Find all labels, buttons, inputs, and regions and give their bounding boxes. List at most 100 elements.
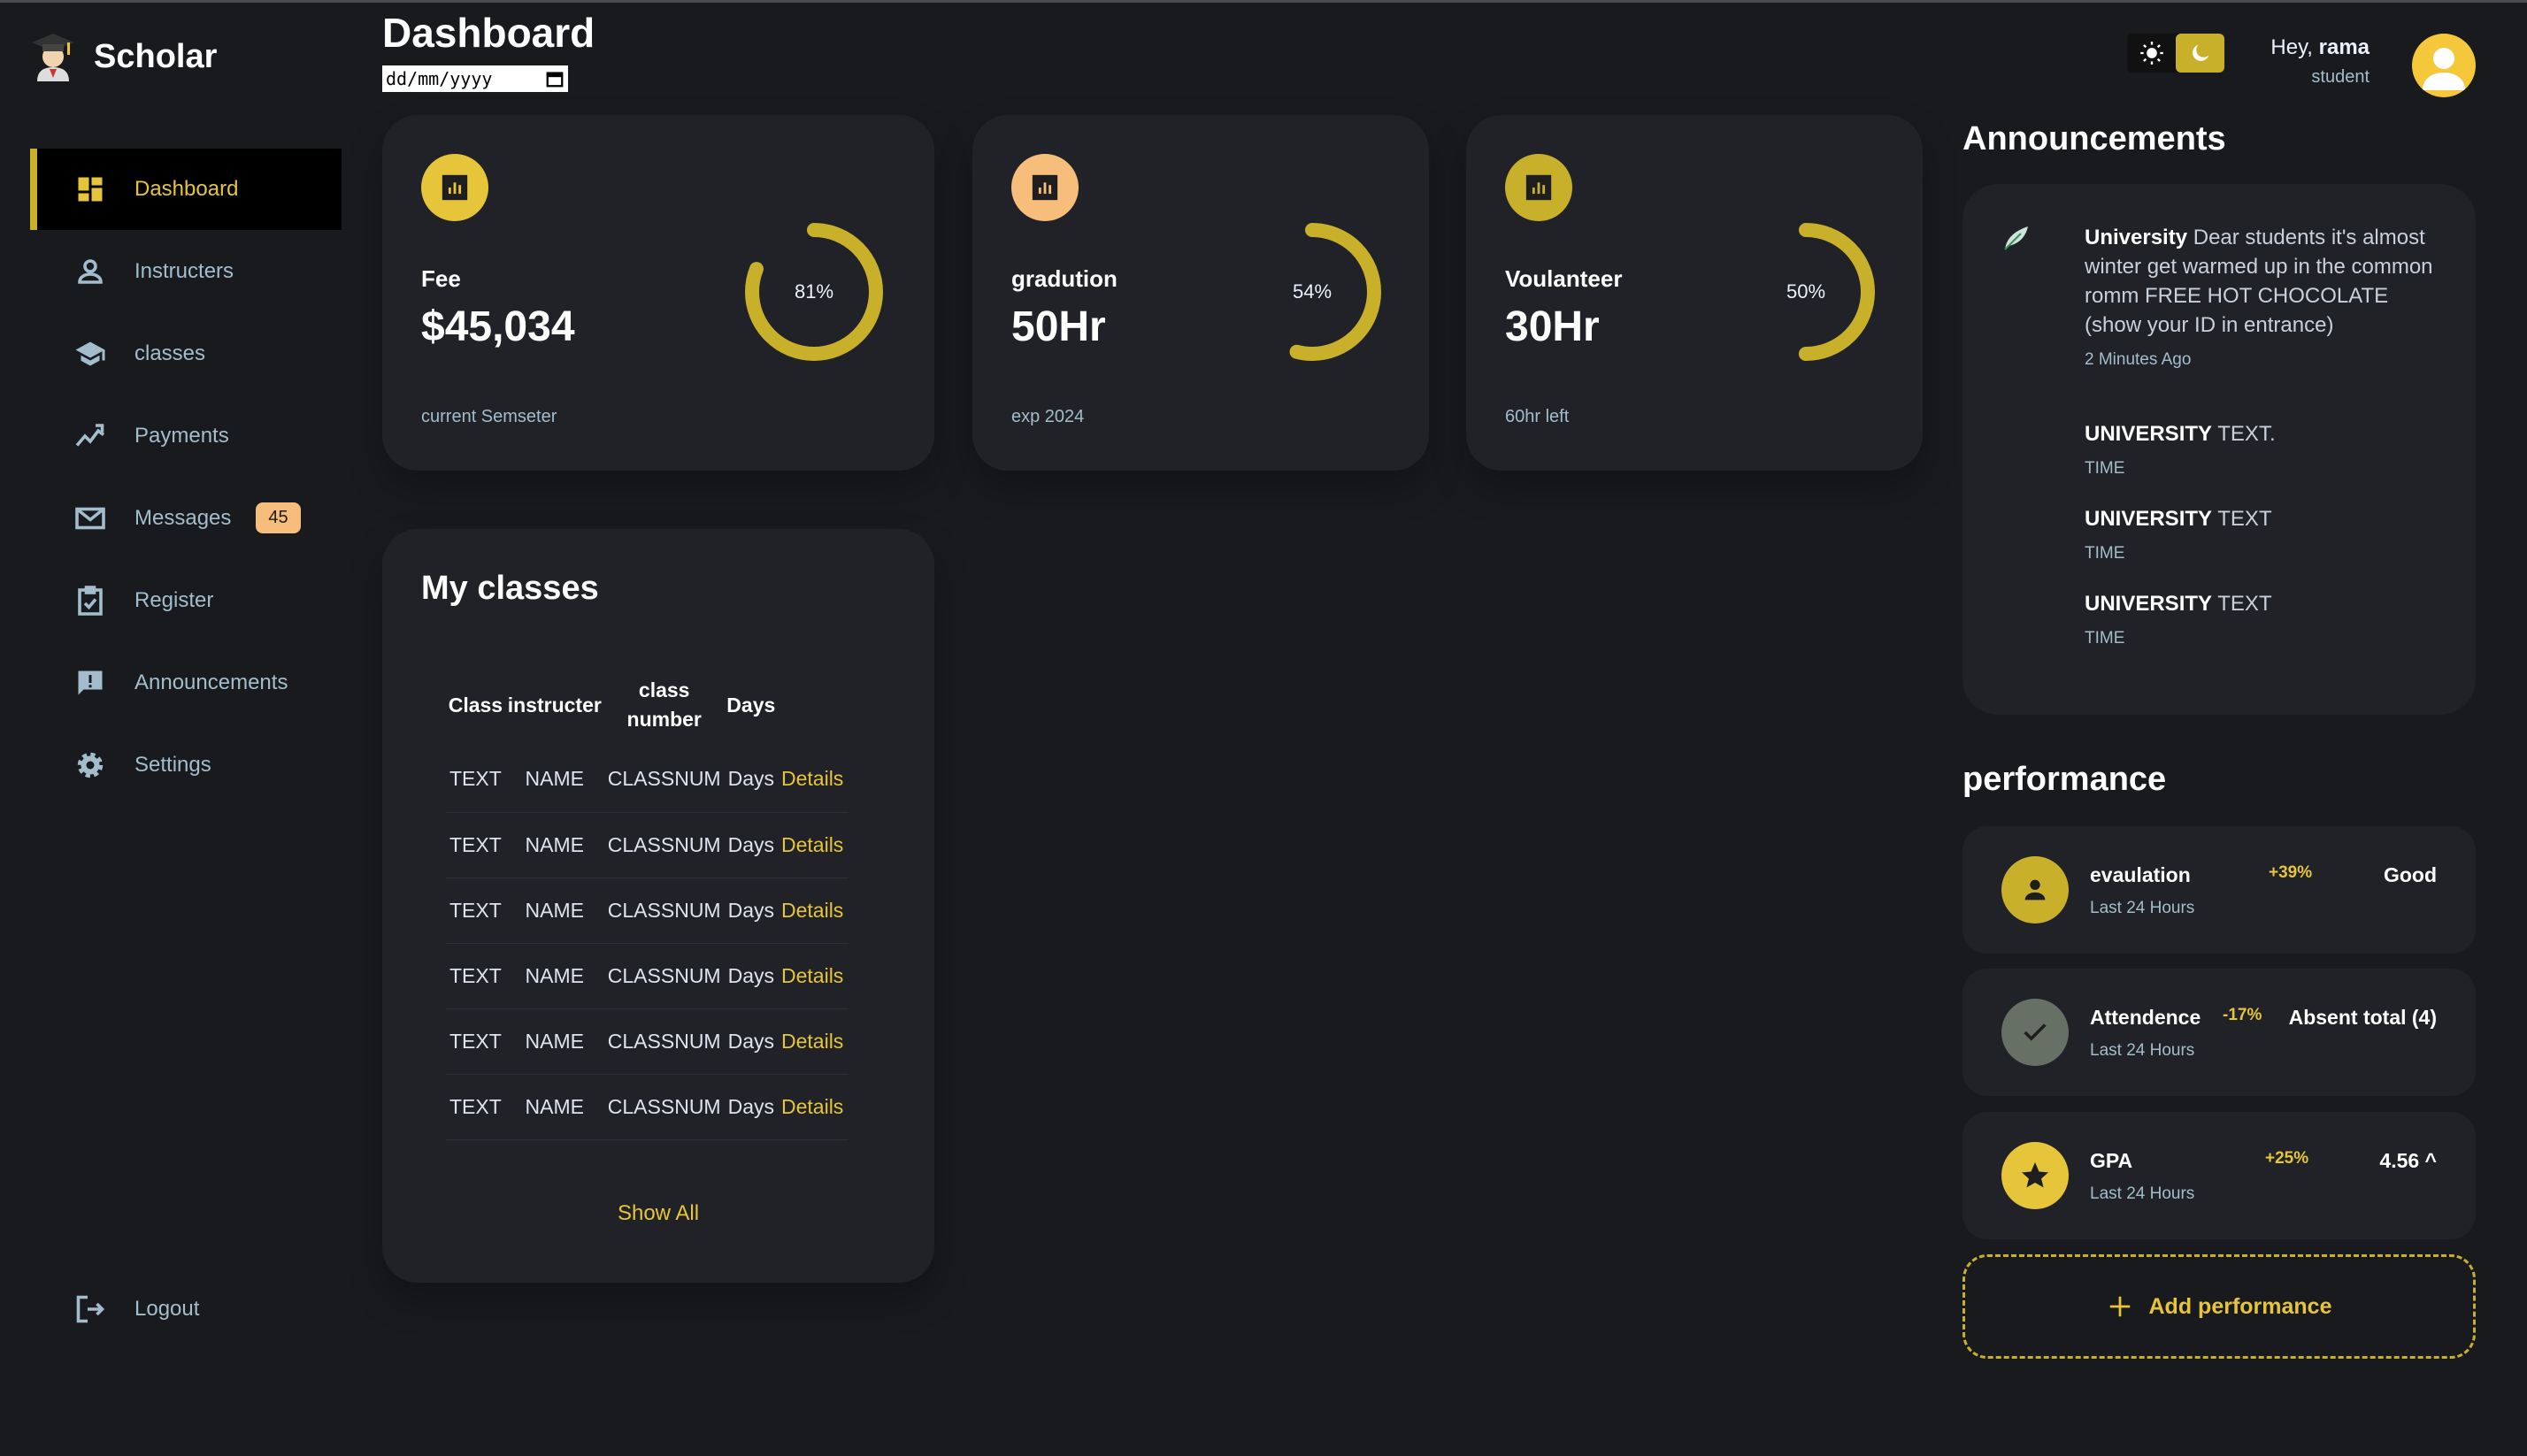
days-cell: Days — [724, 812, 778, 878]
check-icon — [2001, 999, 2069, 1066]
person-icon — [78, 258, 103, 284]
announcement-item[interactable]: UNIVERSITY TEXT. TIME — [2085, 419, 2447, 483]
class-number-cell: CLASSNUM — [603, 1008, 725, 1075]
performance-value: Absent total (4) — [2288, 1006, 2437, 1029]
stat-value: 50Hr — [1011, 303, 1106, 350]
mail-icon — [75, 507, 105, 529]
classes-table: Class instructer class number Days TEXT N… — [446, 676, 849, 1140]
add-performance-button[interactable]: Add performance — [1962, 1254, 2476, 1359]
sidebar-item-label: Instructers — [134, 258, 234, 283]
page-title: Dashboard — [382, 10, 595, 56]
stat-value: 30Hr — [1505, 303, 1600, 350]
stat-subtext: current Semseter — [421, 407, 557, 426]
performance-item-evaluation[interactable]: evaulation Last 24 Hours +39% Good — [1962, 826, 2476, 954]
announcement-source: UNIVERSITY — [2085, 592, 2213, 616]
performance-change: +25% — [2265, 1149, 2309, 1168]
avatar[interactable] — [2412, 34, 2476, 97]
details-link[interactable]: Details — [778, 1074, 849, 1140]
announcement-time: 2 Minutes Ago — [2085, 350, 2192, 369]
announcement-time: TIME — [2085, 629, 2125, 648]
sidebar-item-label: Register — [134, 587, 214, 612]
dark-mode-button[interactable] — [2176, 34, 2224, 73]
class-number-cell: CLASSNUM — [603, 747, 725, 813]
class-number-cell: CLASSNUM — [603, 943, 725, 1009]
table-row: TEXT NAME CLASSNUM Days Details — [446, 1074, 849, 1140]
sidebar-item-instructers[interactable]: Instructers — [30, 230, 342, 312]
trending-icon — [75, 423, 105, 447]
performance-item-gpa[interactable]: GPA Last 24 Hours +25% 4.56 ^ — [1962, 1112, 2476, 1239]
details-link[interactable]: Details — [778, 747, 849, 813]
brand[interactable]: Scholar — [30, 32, 217, 81]
details-link[interactable]: Details — [778, 943, 849, 1009]
brand-name: Scholar — [94, 37, 218, 75]
add-performance-label: Add performance — [2148, 1293, 2332, 1319]
user-name: rama — [2318, 35, 2370, 59]
performance-name: GPA — [2090, 1149, 2133, 1172]
plus-icon — [2109, 1296, 2130, 1317]
calendar-icon[interactable] — [545, 69, 565, 88]
sidebar-item-settings[interactable]: Settings — [30, 724, 342, 806]
details-link[interactable]: Details — [778, 812, 849, 878]
class-number-cell: CLASSNUM — [603, 877, 725, 944]
days-cell: Days — [724, 747, 778, 813]
performance-name: evaulation — [2090, 863, 2191, 886]
table-row: TEXT NAME CLASSNUM Days Details — [446, 1008, 849, 1075]
performance-change: -17% — [2223, 1006, 2262, 1024]
person-icon — [2001, 856, 2069, 923]
theme-toggle[interactable] — [2127, 34, 2224, 73]
days-cell: Days — [724, 1008, 778, 1075]
table-row: TEXT NAME CLASSNUM Days Details — [446, 747, 849, 813]
performance-name: Attendence — [2090, 1006, 2201, 1029]
days-cell: Days — [724, 877, 778, 944]
clipboard-icon — [78, 585, 103, 616]
sidebar-item-announcements[interactable]: Announcements — [30, 641, 342, 724]
details-link[interactable]: Details — [778, 877, 849, 944]
announcement-item[interactable]: UNIVERSITY TEXT TIME — [2085, 504, 2447, 568]
table-row: TEXT NAME CLASSNUM Days Details — [446, 943, 849, 1009]
sidebar-item-dashboard[interactable]: Dashboard — [30, 149, 342, 230]
logout-button[interactable]: Logout — [74, 1293, 199, 1325]
instructer-cell: NAME — [504, 943, 604, 1009]
progress-percent: 81% — [794, 280, 834, 303]
graduate-logo-icon — [32, 34, 74, 81]
announcement-item[interactable]: UNIVERSITY TEXT TIME — [2085, 589, 2447, 653]
days-cell: Days — [724, 943, 778, 1009]
sidebar-item-payments[interactable]: Payments — [30, 395, 342, 477]
sidebar-item-label: Dashboard — [134, 177, 239, 201]
logout-icon — [76, 1295, 105, 1323]
class-number-cell: CLASSNUM — [603, 812, 725, 878]
stat-card-fee: Fee $45,034 current Semseter 81% — [382, 115, 934, 471]
date-input[interactable]: dd/mm/yyyy — [382, 65, 568, 92]
class-cell: TEXT — [446, 877, 505, 944]
chart-icon — [1505, 154, 1572, 221]
my-classes-card: My classes Class instructer class number… — [382, 529, 934, 1283]
chart-icon — [1011, 154, 1079, 221]
announcement-source: UNIVERSITY — [2085, 507, 2213, 531]
window-top-border — [0, 0, 2527, 3]
stat-value: $45,034 — [421, 303, 575, 350]
stat-label: Fee — [421, 265, 461, 292]
sidebar-item-label: Settings — [134, 752, 211, 777]
progress-percent: 54% — [1292, 280, 1333, 303]
sidebar-item-label: Payments — [134, 423, 229, 448]
class-cell: TEXT — [446, 1074, 505, 1140]
table-row: TEXT NAME CLASSNUM Days Details — [446, 812, 849, 878]
sidebar-item-classes[interactable]: classes — [30, 312, 342, 395]
performance-item-attendance[interactable]: Attendence Last 24 Hours -17% Absent tot… — [1962, 969, 2476, 1096]
announcement-item[interactable]: University Dear students it's almost win… — [2085, 223, 2447, 374]
light-mode-button[interactable] — [2127, 34, 2176, 73]
school-icon — [75, 341, 105, 365]
instructer-cell: NAME — [504, 1008, 604, 1075]
profile-info: Hey, rama student — [2270, 35, 2370, 88]
show-all-link[interactable]: Show All — [382, 1201, 934, 1226]
sidebar-item-label: Messages — [134, 505, 232, 530]
announcements-card: University Dear students it's almost win… — [1962, 184, 2476, 715]
stat-card-volunteer: Voulanteer 30Hr 60hr left 50% — [1466, 115, 1923, 471]
gear-icon — [77, 752, 104, 778]
stat-subtext: exp 2024 — [1011, 407, 1085, 426]
messages-count-badge: 45 — [256, 502, 301, 533]
performance-value: 4.56 ^ — [2379, 1149, 2437, 1172]
sidebar-item-register[interactable]: Register — [30, 559, 342, 641]
details-link[interactable]: Details — [778, 1008, 849, 1075]
sidebar-item-messages[interactable]: Messages 45 — [30, 477, 342, 559]
